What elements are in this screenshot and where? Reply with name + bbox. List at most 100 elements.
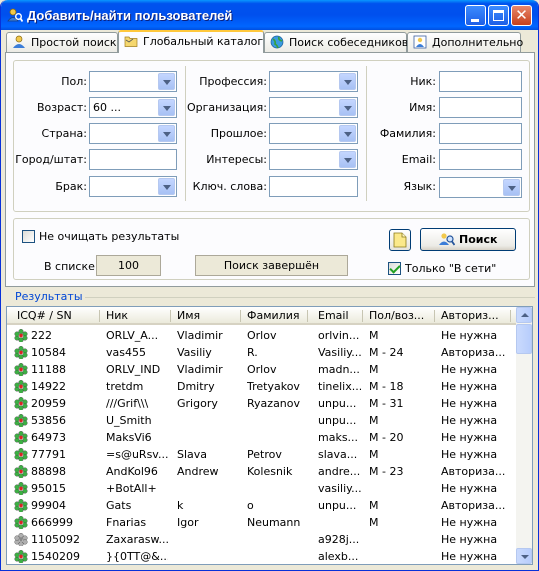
cell-first-name: Dmitry [177,380,215,393]
table-row[interactable]: 95015 +BotAll+ vasiliy... Не нужна [7,480,516,497]
table-row[interactable]: 77791 =s@uRsv... Slava Petrov slava... M Не ну… [7,446,516,463]
chevron-down-icon[interactable] [339,151,356,168]
tab-find-contacts[interactable]: Поиск собеседников [264,32,408,52]
cell-first-name: Grigory [177,397,218,410]
keywords-field[interactable] [269,176,358,197]
organization-select[interactable] [269,97,358,118]
column-header-uin[interactable]: ICQ# / SN [17,309,72,322]
marital-select[interactable] [89,176,177,197]
results-label: Результаты [15,290,83,303]
email-field[interactable] [439,149,522,170]
cell-auth: Не нужна [441,448,498,461]
age-value: 60 ... [93,101,121,114]
table-row[interactable]: 64973 MaksVi6 maks... M - 20 Не нужна [7,429,516,446]
table-row[interactable]: 88898 AndKol96 Andrew Kolesnik andre... M - 2… [7,463,516,480]
language-select[interactable] [439,177,522,198]
age-select[interactable]: 60 ... [89,97,177,118]
chevron-down-icon[interactable] [158,73,175,90]
cell-nick: tretdm [106,380,144,393]
last-name-label: Фамилия: [379,127,436,140]
chevron-down-icon[interactable] [339,99,356,116]
column-header-sex-age[interactable]: Пол/воз... [369,309,424,322]
cell-sex-age: M - 23 [369,465,404,478]
chevron-down-icon[interactable] [339,125,356,142]
nick-field[interactable] [439,71,522,92]
chevron-down-icon[interactable] [503,179,520,196]
column-separator[interactable] [362,310,363,322]
cell-auth: Не нужна [441,397,498,410]
table-row[interactable]: 1105092 Zaxarasw... a928j... Не нужна [7,531,516,548]
online-status-icon [14,380,28,393]
column-header-nick[interactable]: Ник [106,309,128,322]
cell-uin: 20959 [31,397,66,410]
cell-nick: ORLV_A... [106,329,159,342]
keywords-label: Ключ. слова: [192,180,267,193]
new-search-button[interactable] [389,229,411,251]
table-row[interactable]: 222 ORLV_A... Vladimir Orlov orlvin... M Не ну… [7,327,516,344]
search-button[interactable]: Поиск [420,228,516,251]
keep-results-checkbox[interactable] [22,230,35,243]
column-separator[interactable] [170,310,171,322]
last-name-field[interactable] [439,123,522,144]
first-name-field[interactable] [439,97,522,118]
country-label: Страна: [41,127,87,140]
table-row[interactable]: 14922 tretdm Dmitry Tretyakov tinelix... M - … [7,378,516,395]
cell-sex-age: M [369,499,379,512]
chevron-down-icon[interactable] [158,99,175,116]
cell-sex-age: M [369,363,379,376]
cell-auth: Не нужна [441,363,498,376]
cell-email: slava... [318,448,358,461]
cell-first-name: Igor [177,516,199,529]
table-row[interactable]: 1540209}{0TT@&... alexb... Не нужна [7,548,516,564]
cell-first-name: Slava [177,448,208,461]
cell-sex-age: M - 18 [369,380,404,393]
online-status-icon [14,448,28,461]
profession-select[interactable] [269,71,358,92]
cell-last-name: Kolesnik [247,465,293,478]
results-divider [85,297,535,298]
title-bar[interactable]: Добавить/найти пользователей ✕ [1,0,538,30]
table-row[interactable]: 20959 ///Grif\\\ Grigory Ryazanov unpu... M -… [7,395,516,412]
gender-select[interactable] [89,71,177,92]
scroll-down-button[interactable] [516,548,532,564]
online-only-checkbox[interactable] [388,262,401,275]
chevron-down-icon[interactable] [158,125,175,142]
cell-uin: 11188 [31,363,66,376]
vertical-scrollbar[interactable] [516,307,532,564]
table-row[interactable]: 666999 Fnarias Igor Neumann M Не нужна [7,514,516,531]
cell-email: andre... [318,465,361,478]
column-separator[interactable] [510,310,511,322]
table-row[interactable]: 11188 ORLV_IND Vladimir Orlov madn... M Не нуж… [7,361,516,378]
column-separator[interactable] [99,310,100,322]
column-header-email[interactable]: Email [318,309,349,322]
results-list[interactable]: ICQ# / SN Ник Имя Фамилия Email Пол/воз.… [6,306,533,565]
cell-auth: Авториза... [441,465,506,478]
column-separator[interactable] [434,310,435,322]
column-separator[interactable] [307,310,308,322]
column-header-auth[interactable]: Авториз... [441,309,499,322]
chevron-down-icon[interactable] [158,178,175,195]
cell-uin: 88898 [31,465,66,478]
table-row[interactable]: 10584 vas455 Vasiliy R. Vasiliy... M - 24 Авто… [7,344,516,361]
minimize-button[interactable] [465,5,486,26]
cell-email: unpu... [318,414,357,427]
chevron-down-icon[interactable] [339,73,356,90]
table-row[interactable]: 99904 Gats k o unpu... M Авториза... [7,497,516,514]
column-header-last-name[interactable]: Фамилия [247,309,299,322]
tab-simple-search[interactable]: Простой поиск [6,32,118,52]
cell-uin: 95015 [31,482,66,495]
country-select[interactable] [89,123,177,144]
tab-global-catalog[interactable]: Глобальный каталог [118,30,264,53]
interests-select[interactable] [269,149,358,170]
maximize-button[interactable] [488,5,509,26]
tab-advanced[interactable]: Дополнительно [407,32,523,52]
keep-results-label: Не очищать результаты [39,230,180,243]
past-select[interactable] [269,123,358,144]
city-field[interactable] [89,149,177,170]
scroll-thumb[interactable] [516,324,532,354]
scroll-up-button[interactable] [516,307,532,323]
table-row[interactable]: 53856 U_Smith unpu... M Не нужна [7,412,516,429]
close-button[interactable]: ✕ [511,5,532,26]
column-header-first-name[interactable]: Имя [177,309,200,322]
column-separator[interactable] [240,310,241,322]
